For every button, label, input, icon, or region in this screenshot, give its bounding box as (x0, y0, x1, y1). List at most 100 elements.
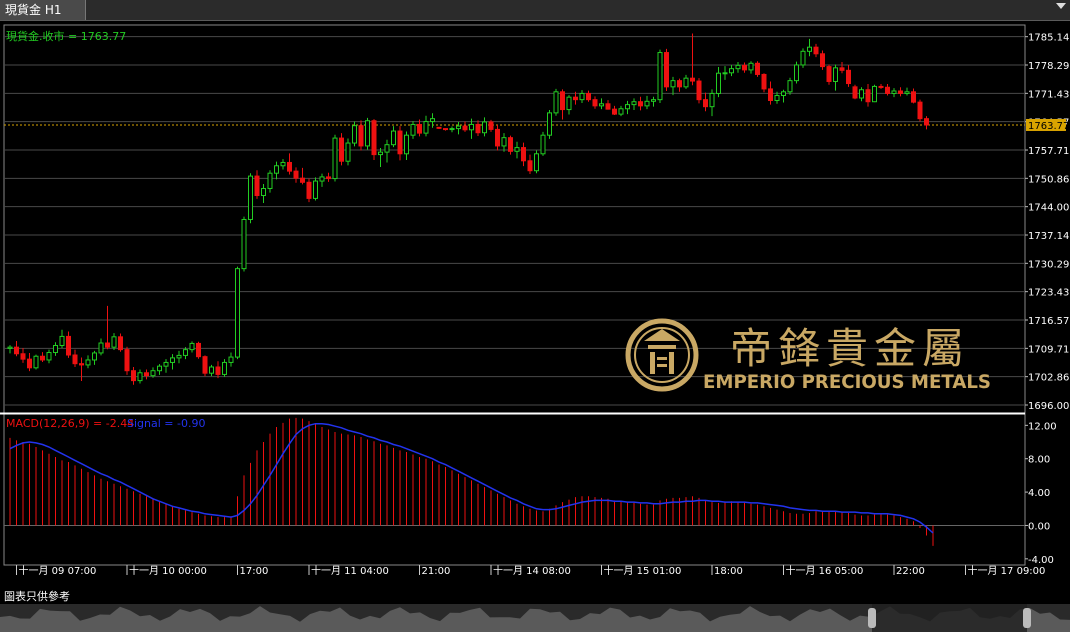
candle-body (326, 176, 331, 180)
candle-body (612, 108, 617, 115)
candle-body (891, 90, 897, 94)
candle-body (456, 125, 461, 130)
price-tick-label: 1778.29 (1028, 61, 1069, 72)
macd-tick-label: 8.00 (1028, 455, 1050, 466)
candle-body (813, 46, 819, 55)
candle-body (592, 99, 598, 107)
current-price-label: 1763.77 (1028, 121, 1069, 132)
candle-body (644, 100, 650, 107)
candle-body (430, 118, 435, 123)
candle-body (287, 161, 292, 172)
candle-body (904, 91, 910, 94)
candle-body (449, 128, 455, 131)
candle-body (495, 128, 500, 147)
candle-body (300, 177, 305, 183)
candle-body (917, 101, 923, 120)
candle-body (690, 77, 695, 82)
chart-tab-bar: 現貨金 H1 (0, 0, 1070, 21)
candle-body (683, 77, 689, 88)
candle-body (586, 92, 591, 101)
navigator-left-handle[interactable] (868, 608, 876, 628)
candle-body (566, 96, 572, 111)
candle-body (222, 361, 227, 375)
candle-body (488, 121, 494, 130)
macd-panel-frame (3, 412, 1026, 566)
candle-body (755, 62, 760, 75)
macd-value-label: MACD(12,26,9) = -2.44 (6, 417, 134, 430)
candle-body (397, 130, 403, 155)
candle-body (722, 72, 728, 75)
macd-tick-label: 0.00 (1028, 521, 1050, 532)
candle-body (826, 66, 832, 82)
candle-body (716, 72, 721, 94)
candle-body (59, 335, 65, 347)
candle-body (53, 345, 58, 354)
candle-body (670, 80, 676, 88)
candle-body (742, 64, 747, 71)
candle-body (924, 118, 929, 126)
candle-body (865, 89, 871, 103)
price-tick-label: 1744.00 (1028, 203, 1069, 214)
candle-body (183, 349, 188, 356)
brand-name-chinese: 帝鋒貴金屬 (730, 324, 970, 373)
candle-body (391, 130, 396, 146)
candle-body (527, 160, 533, 172)
candle-body (105, 342, 110, 348)
candle-body (839, 67, 845, 71)
tab-chart-symbol[interactable]: 現貨金 H1 (0, 0, 86, 20)
candle-body (794, 64, 799, 82)
macd-tick-label: -4.00 (1028, 555, 1054, 566)
navigator-selection (872, 604, 1027, 632)
price-tick-label: 1730.29 (1028, 259, 1069, 270)
candle-body (573, 96, 578, 101)
candle-body (553, 91, 559, 114)
candle-body (846, 69, 851, 85)
candle-body (599, 103, 604, 107)
candle-body (410, 123, 416, 136)
candle-body (280, 161, 286, 167)
candle-body (748, 62, 754, 71)
chart-canvas: 1785.141778.291771.431764.571757.711750.… (0, 24, 1069, 577)
candle-body (293, 170, 299, 179)
candle-body (443, 128, 448, 131)
candle-body (787, 80, 793, 93)
candle-body (761, 73, 767, 90)
navigator-scrollbar[interactable] (0, 604, 1070, 632)
candle-body (371, 120, 377, 156)
candle-body (150, 370, 156, 377)
candle-body (33, 355, 39, 369)
candle-body (911, 91, 916, 103)
price-tick-label: 1771.43 (1028, 89, 1069, 100)
tab-menu-icon[interactable] (1056, 3, 1066, 9)
candle-body (79, 363, 84, 366)
candle-body (306, 181, 312, 199)
price-tick-label: 1757.71 (1028, 146, 1069, 157)
candle-body (475, 123, 481, 134)
candle-body (605, 103, 611, 110)
candle-body (677, 80, 682, 88)
brand-name-english: EMPERIO PRECIOUS METALS (703, 371, 991, 393)
candle-body (872, 85, 877, 103)
candle-body (98, 342, 104, 354)
candle-body (404, 134, 409, 155)
candle-body (124, 349, 130, 372)
price-tick-label: 1737.14 (1028, 231, 1069, 242)
time-tick-label: 十一月 09 07:00 (19, 564, 97, 577)
price-tick-label: 1696.00 (1028, 401, 1069, 412)
candle-body (202, 356, 208, 374)
time-tick-label: 十一月 14 08:00 (493, 564, 571, 577)
candle-body (14, 346, 19, 355)
candle-body (163, 361, 169, 367)
candle-body (651, 99, 656, 102)
candle-body (807, 46, 812, 52)
macd-signal-label: Signal = -0.90 (127, 417, 205, 430)
candle-body (27, 358, 32, 369)
time-tick-label: 18:00 (714, 566, 743, 577)
candle-body (774, 95, 780, 101)
candle-body (501, 137, 507, 147)
candle-body (579, 92, 585, 101)
candle-body (131, 370, 136, 382)
candle-body (20, 353, 26, 360)
navigator-right-handle[interactable] (1023, 608, 1031, 628)
candle-body (384, 144, 390, 153)
